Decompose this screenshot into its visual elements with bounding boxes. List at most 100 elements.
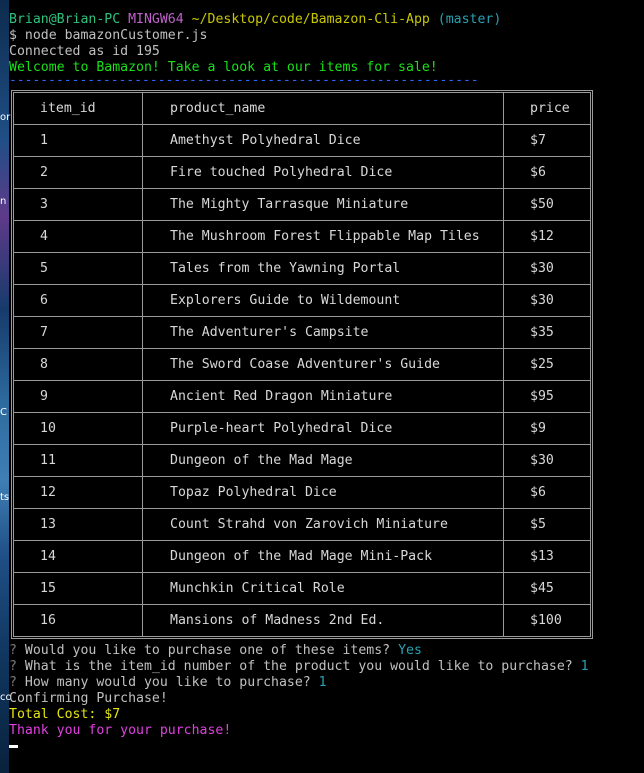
- confirming-message: Confirming Purchase!: [9, 691, 168, 706]
- column-header: product_name: [142, 92, 504, 125]
- item-id-cell: 14: [13, 540, 143, 573]
- desktop-fragment: n: [0, 196, 7, 207]
- product-name-cell: The Sword Coase Adventurer's Guide: [142, 348, 504, 381]
- desktop-background-strip: or n C ts co: [0, 0, 12, 773]
- desktop-fragment: ts: [0, 492, 10, 503]
- table-row: 8 The Sword Coase Adventurer's Guide $25: [13, 348, 591, 381]
- table-row: 4 The Mushroom Forest Flippable Map Tiles…: [13, 220, 591, 253]
- product-name-cell: The Adventurer's Campsite: [142, 316, 504, 349]
- input-line[interactable]: [9, 739, 644, 755]
- question-text: How many would you like to purchase?: [16, 675, 319, 690]
- price-cell: $13: [503, 540, 591, 573]
- product-name-cell: Count Strahd von Zarovich Miniature: [142, 508, 504, 541]
- table-row: 10 Purple-heart Polyhedral Dice $9: [13, 412, 591, 445]
- item-id-cell: 7: [13, 316, 143, 349]
- answer-text: Yes: [398, 643, 422, 658]
- product-name-cell: Dungeon of the Mad Mage: [142, 444, 504, 477]
- question-text: Would you like to purchase one of these …: [16, 643, 399, 658]
- item-id-cell: 4: [13, 220, 143, 253]
- price-cell: $6: [503, 156, 591, 189]
- table-header-row: item_id product_name price: [13, 92, 591, 125]
- table-row: 15 Munchkin Critical Role $45: [13, 572, 591, 605]
- question-line: ? How many would you like to purchase? 1: [9, 675, 644, 691]
- item-id-cell: 5: [13, 252, 143, 285]
- text-cursor: [9, 744, 18, 748]
- price-cell: $100: [503, 604, 591, 637]
- product-name-cell: Explorers Guide to Wildemount: [142, 284, 504, 317]
- price-cell: $50: [503, 188, 591, 221]
- item-id-cell: 3: [13, 188, 143, 221]
- table-row: 16 Mansions of Madness 2nd Ed. $100: [13, 604, 591, 637]
- answer-text: 1: [580, 659, 589, 674]
- prompt-user: Brian@Brian-PC: [9, 12, 121, 27]
- price-cell: $12: [503, 220, 591, 253]
- price-cell: $45: [503, 572, 591, 605]
- question-text: What is the item_id number of the produc…: [16, 659, 581, 674]
- prompt-branch: (master): [437, 12, 502, 27]
- item-id-cell: 16: [13, 604, 143, 637]
- table-row: 1 Amethyst Polyhedral Dice $7: [13, 124, 591, 157]
- item-id-cell: 1: [13, 124, 143, 157]
- table-row: 11 Dungeon of the Mad Mage $30: [13, 444, 591, 477]
- price-cell: $25: [503, 348, 591, 381]
- total-cost: Total Cost: $7: [9, 707, 121, 722]
- price-cell: $30: [503, 444, 591, 477]
- price-cell: $30: [503, 252, 591, 285]
- item-id-cell: 6: [13, 284, 143, 317]
- product-name-cell: The Mighty Tarrasque Miniature: [142, 188, 504, 221]
- table-row: 13 Count Strahd von Zarovich Miniature $5: [13, 508, 591, 541]
- price-cell: $5: [503, 508, 591, 541]
- table-row: 7 The Adventurer's Campsite $35: [13, 316, 591, 349]
- item-id-cell: 10: [13, 412, 143, 445]
- table-row: 12 Topaz Polyhedral Dice $6: [13, 476, 591, 509]
- product-name-cell: Munchkin Critical Role: [142, 572, 504, 605]
- product-name-cell: Tales from the Yawning Portal: [142, 252, 504, 285]
- item-id-cell: 11: [13, 444, 143, 477]
- question-mark: ?: [9, 675, 17, 690]
- answer-text: 1: [318, 675, 327, 690]
- column-header: price: [503, 92, 591, 125]
- divider-line: ----------------------------------------…: [9, 76, 479, 88]
- table-row: 2 Fire touched Polyhedral Dice $6: [13, 156, 591, 189]
- item-id-cell: 2: [13, 156, 143, 189]
- price-cell: $35: [503, 316, 591, 349]
- thanks-message: Thank you for your purchase!: [9, 723, 232, 738]
- terminal-window[interactable]: Brian@Brian-PC MINGW64 ~/Desktop/code/Ba…: [9, 12, 644, 755]
- price-cell: $30: [503, 284, 591, 317]
- question-line: ? Would you like to purchase one of thes…: [9, 643, 644, 659]
- product-name-cell: Topaz Polyhedral Dice: [142, 476, 504, 509]
- question-mark: ?: [9, 659, 17, 674]
- table-row: 3 The Mighty Tarrasque Miniature $50: [13, 188, 591, 221]
- column-header: item_id: [13, 92, 143, 125]
- question-mark: ?: [9, 643, 17, 658]
- question-line: ? What is the item_id number of the prod…: [9, 659, 644, 675]
- prompt-host: MINGW64: [128, 12, 184, 27]
- price-cell: $6: [503, 476, 591, 509]
- product-name-cell: Purple-heart Polyhedral Dice: [142, 412, 504, 445]
- price-cell: $7: [503, 124, 591, 157]
- table-row: 6 Explorers Guide to Wildemount $30: [13, 284, 591, 317]
- price-cell: $9: [503, 412, 591, 445]
- product-name-cell: Ancient Red Dragon Miniature: [142, 380, 504, 413]
- table-row: 14 Dungeon of the Mad Mage Mini-Pack $13: [13, 540, 591, 573]
- connected-message: Connected as id 195: [9, 44, 160, 59]
- item-id-cell: 15: [13, 572, 143, 605]
- price-cell: $95: [503, 380, 591, 413]
- shell-prompt: Brian@Brian-PC MINGW64 ~/Desktop/code/Ba…: [9, 12, 644, 28]
- item-id-cell: 9: [13, 380, 143, 413]
- item-id-cell: 13: [13, 508, 143, 541]
- product-name-cell: Amethyst Polyhedral Dice: [142, 124, 504, 157]
- prompt-path: ~/Desktop/code/Bamazon-Cli-App: [191, 12, 430, 27]
- table-row: 5 Tales from the Yawning Portal $30: [13, 252, 591, 285]
- table-row: 9 Ancient Red Dragon Miniature $95: [13, 380, 591, 413]
- item-id-cell: 8: [13, 348, 143, 381]
- product-name-cell: The Mushroom Forest Flippable Map Tiles: [142, 220, 504, 253]
- products-table: item_id product_name price 1 Amethyst Pol…: [11, 90, 593, 639]
- product-name-cell: Mansions of Madness 2nd Ed.: [142, 604, 504, 637]
- desktop-fragment: C: [0, 407, 7, 418]
- command-line: $ node bamazonCustomer.js: [9, 28, 208, 43]
- item-id-cell: 12: [13, 476, 143, 509]
- product-name-cell: Dungeon of the Mad Mage Mini-Pack: [142, 540, 504, 573]
- welcome-message: Welcome to Bamazon! Take a look at our i…: [9, 60, 438, 75]
- product-name-cell: Fire touched Polyhedral Dice: [142, 156, 504, 189]
